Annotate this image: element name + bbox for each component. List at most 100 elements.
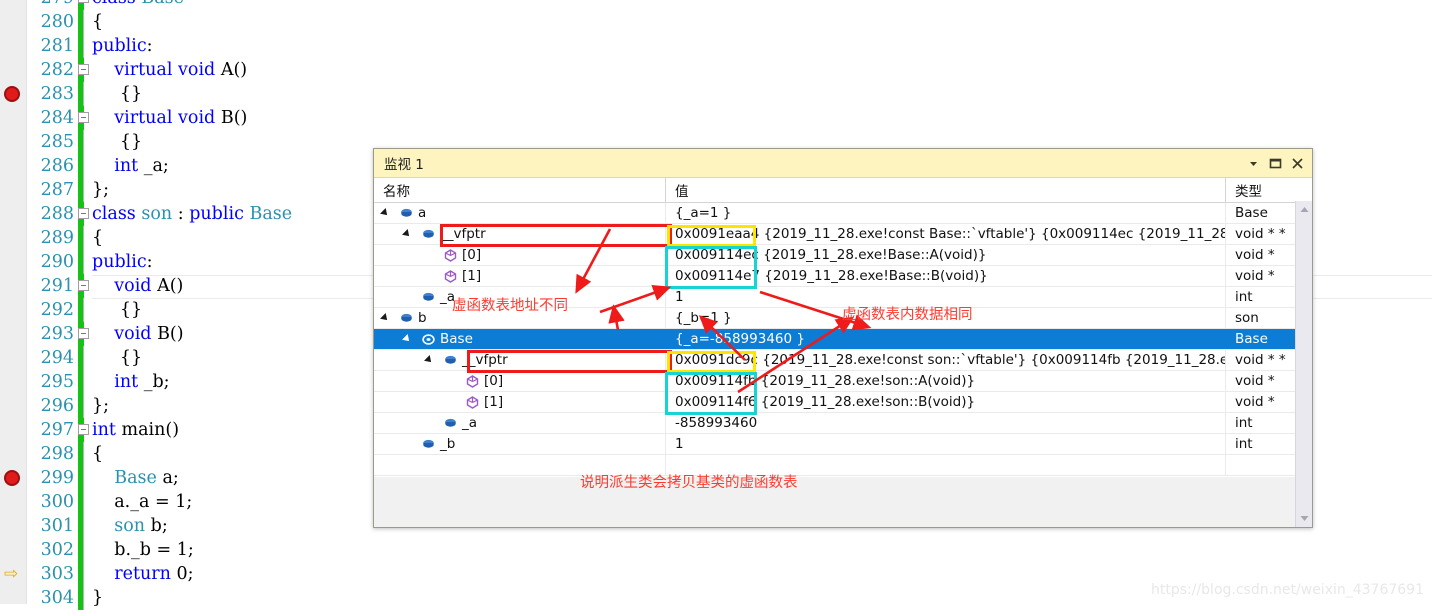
fold-toggle-icon[interactable] — [78, 112, 89, 123]
watch-row[interactable]: [0] 0x009114fb {2019_11_28.exe!son::A(voi… — [374, 371, 1312, 392]
code-line-text[interactable]: a._a = 1; — [92, 490, 192, 514]
column-header-name[interactable]: 名称 — [374, 178, 666, 202]
code-line-text[interactable]: Base a; — [92, 466, 179, 490]
code-line-text[interactable]: int _a; — [92, 154, 169, 178]
breakpoint-marker[interactable] — [4, 470, 20, 486]
watch-row[interactable]: _a 1 int — [374, 287, 1312, 308]
watch-cell-name[interactable]: Base — [374, 329, 666, 349]
watch-cell-name[interactable]: _b — [374, 434, 666, 454]
fold-toggle-icon[interactable] — [78, 208, 89, 219]
code-token: _b; — [138, 372, 170, 392]
expander-triangle-icon[interactable] — [402, 334, 412, 344]
code-line-text[interactable]: { — [92, 442, 103, 466]
watch-cell-value[interactable]: 0x009114f6 {2019_11_28.exe!son::B(void)} — [666, 392, 1226, 412]
watch-vertical-scrollbar[interactable] — [1295, 201, 1312, 527]
watch-cell-name[interactable]: __vfptr — [374, 224, 666, 244]
watch-row[interactable] — [374, 455, 1312, 476]
fold-toggle-icon[interactable] — [78, 280, 89, 291]
watch-row[interactable]: Base {_a=-858993460 } Base — [374, 329, 1312, 350]
code-line-text[interactable]: int main() — [92, 418, 179, 442]
watch-row[interactable]: __vfptr 0x0091eaa4 {2019_11_28.exe!const … — [374, 224, 1312, 245]
watch-variable-grid[interactable]: a {_a=1 } Base __vfptr 0x0091eaa4 {2019_11_2… — [374, 203, 1312, 503]
watch-row[interactable]: [0] 0x009114ec {2019_11_28.exe!Base::A(vo… — [374, 245, 1312, 266]
watch-cell-value[interactable]: 0x009114e7 {2019_11_28.exe!Base::B(void)… — [666, 266, 1226, 286]
watch-cell-value[interactable]: 0x0091eaa4 {2019_11_28.exe!const Base::`… — [666, 224, 1226, 244]
watch-cell-name[interactable]: [0] — [374, 371, 666, 391]
field-icon — [422, 291, 435, 304]
code-line-text[interactable]: class Base — [92, 0, 184, 10]
fold-toggle-icon[interactable] — [78, 328, 89, 339]
code-token: } — [92, 588, 104, 608]
method-icon — [444, 270, 457, 283]
watch-cell-name[interactable]: a — [374, 203, 666, 223]
column-header-value[interactable]: 值 — [666, 178, 1226, 202]
watch-cell-value[interactable]: {_a=1 } — [666, 203, 1226, 223]
watch-cell-name[interactable]: [1] — [374, 266, 666, 286]
code-line-text[interactable]: }; — [92, 178, 109, 202]
watch-cell-value[interactable]: -858993460 — [666, 413, 1226, 433]
code-line-text[interactable]: int _b; — [92, 370, 170, 394]
watch-window[interactable]: 监视 1 名称 值 类型 a {_a=1 } Base __vfptr 0x0091ea… — [373, 148, 1313, 528]
line-number: 280 — [40, 12, 74, 32]
watch-row[interactable]: __vfptr 0x0091dc9c {2019_11_28.exe!const … — [374, 350, 1312, 371]
code-line-text[interactable]: son b; — [92, 514, 167, 538]
code-line-text[interactable]: void A() — [92, 274, 183, 298]
expander-triangle-icon[interactable] — [402, 229, 412, 239]
code-token: B() — [215, 108, 248, 128]
watch-cell-name[interactable]: [1] — [374, 392, 666, 412]
watch-cell-name[interactable]: [0] — [374, 245, 666, 265]
code-line-text[interactable]: return 0; — [92, 562, 193, 586]
watch-row[interactable]: a {_a=1 } Base — [374, 203, 1312, 224]
code-line-text[interactable]: public: — [92, 34, 153, 58]
expander-triangle-icon[interactable] — [380, 313, 390, 323]
watch-cell-name[interactable]: _a — [374, 287, 666, 307]
fold-toggle-icon[interactable] — [78, 64, 89, 75]
watch-row[interactable]: _b 1 int — [374, 434, 1312, 455]
watch-cell-name[interactable]: b — [374, 308, 666, 328]
dropdown-icon[interactable] — [1242, 152, 1264, 174]
code-line-text[interactable]: class son : public Base — [92, 202, 292, 226]
code-line-text[interactable]: } — [92, 586, 103, 610]
code-line-text[interactable]: public: — [92, 250, 153, 274]
code-line-text[interactable]: virtual void B() — [92, 106, 247, 130]
code-line-text[interactable]: void B() — [92, 322, 183, 346]
fold-toggle-icon[interactable] — [78, 424, 89, 435]
watch-cell-value[interactable]: 0x009114fb {2019_11_28.exe!son::A(void)} — [666, 371, 1226, 391]
watch-variable-value: 1 — [675, 436, 684, 452]
watch-cell-value[interactable]: 0x009114ec {2019_11_28.exe!Base::A(void)… — [666, 245, 1226, 265]
watch-cell-value[interactable]: {_b=1 } — [666, 308, 1226, 328]
code-line-text[interactable]: b._b = 1; — [92, 538, 194, 562]
code-line-text[interactable]: { — [92, 10, 103, 34]
watch-cell-value[interactable]: 1 — [666, 434, 1226, 454]
watch-cell-value[interactable]: {_a=-858993460 } — [666, 329, 1226, 349]
watch-cell-name[interactable] — [374, 455, 666, 475]
watch-row[interactable]: [1] 0x009114e7 {2019_11_28.exe!Base::B(vo… — [374, 266, 1312, 287]
scroll-up-icon[interactable] — [1296, 201, 1313, 218]
watch-cell-value[interactable] — [666, 455, 1226, 475]
watch-cell-name[interactable]: _a — [374, 413, 666, 433]
watch-row[interactable]: _a -858993460 int — [374, 413, 1312, 434]
breakpoint-marker[interactable] — [4, 86, 20, 102]
close-icon[interactable] — [1286, 152, 1308, 174]
watch-cell-name[interactable]: __vfptr — [374, 350, 666, 370]
column-header-type[interactable]: 类型 — [1226, 178, 1296, 202]
watch-row[interactable]: b {_b=1 } son — [374, 308, 1312, 329]
expander-triangle-icon[interactable] — [380, 208, 390, 218]
code-line-text[interactable]: { — [92, 226, 103, 250]
expander-triangle-icon[interactable] — [424, 355, 434, 365]
code-line-text[interactable]: {} — [92, 298, 142, 322]
watch-row[interactable]: [1] 0x009114f6 {2019_11_28.exe!son::B(voi… — [374, 392, 1312, 413]
code-line-text[interactable]: {} — [92, 346, 142, 370]
maximize-icon[interactable] — [1264, 152, 1286, 174]
code-line-text[interactable]: {} — [92, 82, 142, 106]
scroll-down-icon[interactable] — [1296, 510, 1313, 527]
fold-guide-line — [83, 250, 84, 274]
watch-window-titlebar[interactable]: 监视 1 — [374, 149, 1312, 178]
watch-cell-value[interactable]: 1 — [666, 287, 1226, 307]
code-line-text[interactable]: }; — [92, 394, 109, 418]
code-line-text[interactable]: {} — [92, 130, 142, 154]
fold-toggle-icon[interactable] — [78, 0, 89, 3]
code-line-text[interactable]: virtual void A() — [92, 58, 247, 82]
watch-cell-value[interactable]: 0x0091dc9c {2019_11_28.exe!const son::`v… — [666, 350, 1226, 370]
